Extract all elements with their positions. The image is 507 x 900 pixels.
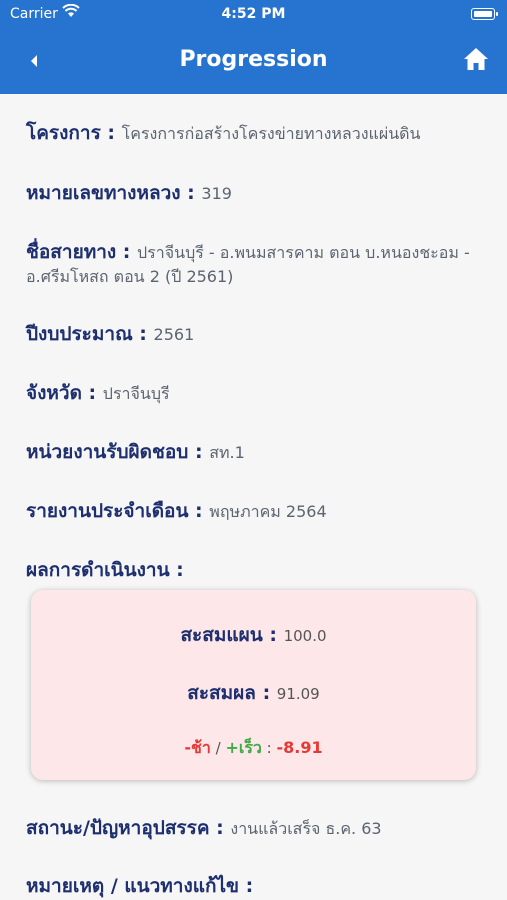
performance-card: สะสมแผน : 100.0 สะสมผล : 91.09 -ช้า / +เ… (31, 590, 476, 780)
slow-label: -ช้า (184, 738, 211, 757)
result-value: 91.09 (276, 685, 320, 703)
plan-line: สะสมแผน : 100.0 (31, 620, 476, 650)
report-row: รายงานประจำเดือน : พฤษภาคม 2564 (26, 499, 496, 524)
agency-row: หน่วยงานรับผิดชอบ : สท.1 (26, 440, 496, 465)
home-icon[interactable] (463, 46, 489, 72)
project-value: โครงการก่อสร้างโครงข่ายทางหลวงแผ่นดิน (121, 124, 421, 143)
highway-label: หมายเลขทางหลวง : (26, 182, 202, 204)
highway-value: 319 (201, 184, 232, 203)
plan-label: สะสมแผน : (180, 624, 284, 646)
province-label: จังหวัด : (26, 382, 103, 404)
header-bar: Carrier 4:52 PM Progression (0, 0, 507, 94)
status-label: สถานะ/ปัญหาอุปสรรค : (26, 817, 231, 839)
battery-icon (471, 8, 498, 20)
result-label: สะสมผล : (187, 682, 277, 704)
remark-label: หมายเหตุ / แนวทางแก้ไข : (26, 875, 254, 897)
route-label: ชื่อสายทาง : (26, 241, 138, 263)
province-value: ปราจีนบุรี (102, 384, 170, 403)
province-row: จังหวัด : ปราจีนบุรี (26, 381, 496, 406)
clock-label: 4:52 PM (221, 6, 286, 22)
budget-label: ปีงบประมาณ : (26, 323, 154, 345)
slash-separator: / (210, 739, 226, 757)
plan-value: 100.0 (283, 627, 327, 645)
diff-value: -8.91 (276, 738, 323, 757)
remark-row: หมายเหตุ / แนวทางแก้ไข : (26, 874, 496, 899)
highway-row: หมายเลขทางหลวง : 319 (26, 181, 496, 206)
project-row: โครงการ : โครงการก่อสร้างโครงข่ายทางหลวง… (26, 121, 496, 146)
report-value: พฤษภาคม 2564 (209, 502, 327, 521)
performance-label: ผลการดำเนินงาน : (26, 559, 184, 581)
agency-label: หน่วยงานรับผิดชอบ : (26, 441, 210, 463)
status-row: สถานะ/ปัญหาอุปสรรค : งานแล้วเสร็จ ธ.ค. 6… (26, 816, 496, 841)
page-title: Progression (179, 47, 328, 72)
diff-line: -ช้า / +เร็ว : -8.91 (31, 736, 476, 761)
agency-value: สท.1 (209, 443, 245, 462)
detail-content: โครงการ : โครงการก่อสร้างโครงข่ายทางหลวง… (0, 94, 507, 900)
result-line: สะสมผล : 91.09 (31, 678, 476, 708)
report-label: รายงานประจำเดือน : (26, 500, 210, 522)
project-label: โครงการ : (26, 122, 122, 144)
status-bar: Carrier 4:52 PM (0, 0, 507, 30)
status-value: งานแล้วเสร็จ ธ.ค. 63 (230, 819, 382, 838)
performance-row: ผลการดำเนินงาน : (26, 558, 496, 583)
budget-row: ปีงบประมาณ : 2561 (26, 322, 496, 347)
diff-colon: : (261, 739, 277, 757)
budget-value: 2561 (153, 325, 195, 344)
fast-label: +เร็ว (225, 738, 262, 757)
route-row: ชื่อสายทาง : ปราจีนบุรี - อ.พนมสารคาม ตอ… (26, 240, 496, 289)
